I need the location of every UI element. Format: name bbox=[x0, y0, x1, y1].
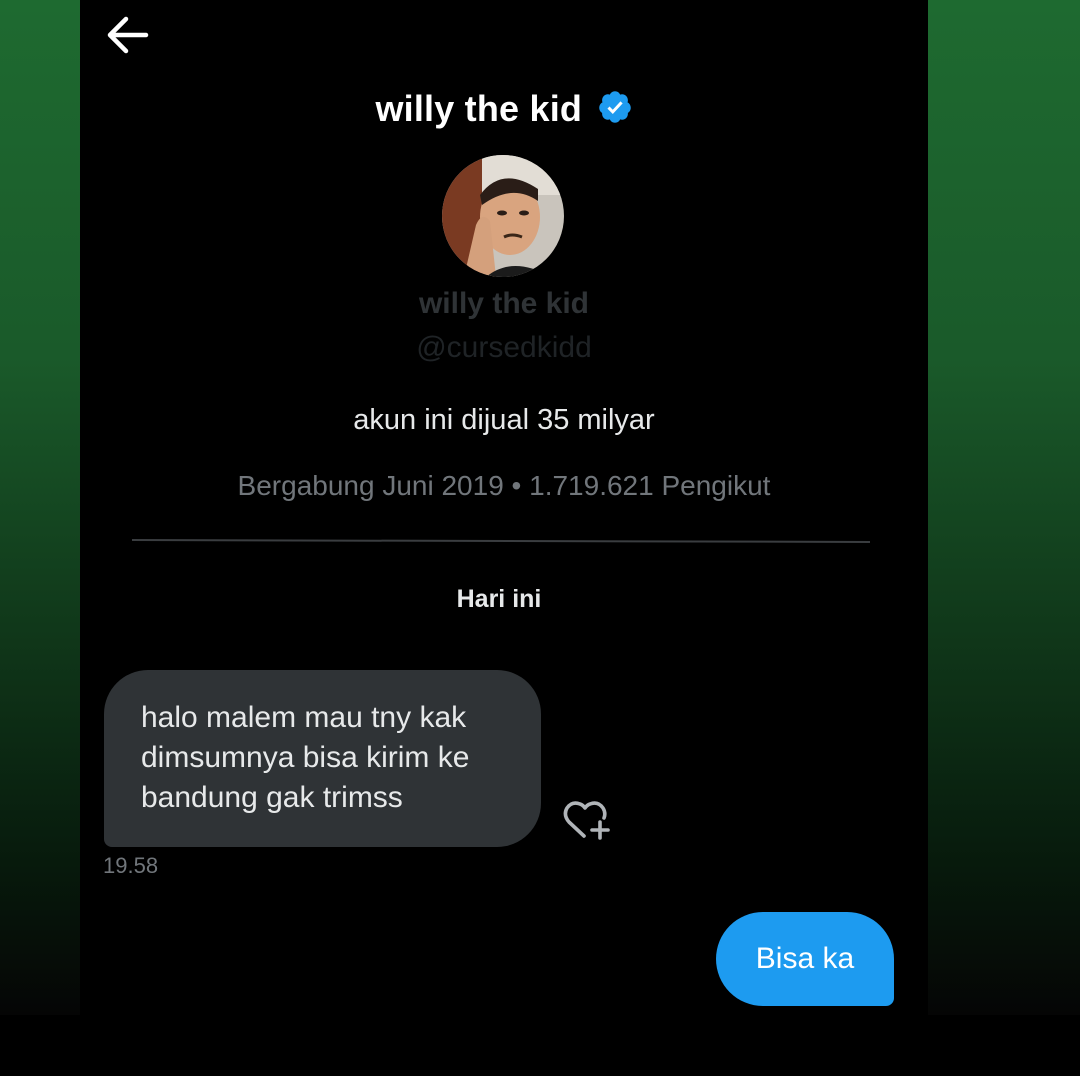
profile-bio: akun ini dijual 35 milyar bbox=[353, 404, 655, 436]
avatar[interactable] bbox=[442, 155, 564, 277]
profile-handle: @cursedkidd bbox=[416, 331, 592, 364]
profile-name: willy the kid bbox=[418, 287, 590, 320]
message-timestamp: 19.58 bbox=[103, 853, 159, 878]
incoming-message-bubble[interactable]: halo malem mau tny kak dimsumnya bisa ki… bbox=[104, 670, 541, 847]
dm-conversation-panel: willy the kid willy the kid @cursedkidd … bbox=[80, 0, 928, 1015]
outgoing-message-bubble[interactable]: Bisa ka bbox=[716, 912, 894, 1006]
message-line: dimsumnya bisa kirim ke bbox=[141, 741, 470, 774]
heart-plus-icon[interactable] bbox=[562, 798, 612, 842]
divider bbox=[131, 539, 871, 543]
verified-badge-icon bbox=[598, 91, 631, 123]
day-separator: Hari ini bbox=[456, 585, 542, 613]
header-title: willy the kid bbox=[375, 88, 583, 129]
message-text: Bisa ka bbox=[755, 942, 855, 975]
avatar-image bbox=[442, 155, 564, 277]
bottom-bar bbox=[0, 1015, 1080, 1076]
message-line: bandung gak trimss bbox=[141, 781, 403, 814]
conversation-header: willy the kid bbox=[80, 88, 928, 130]
message-line: halo malem mau tny kak bbox=[141, 701, 467, 734]
arrow-left-icon[interactable] bbox=[104, 14, 150, 56]
profile-meta: Bergabung Juni 2019 • 1.719.621 Pengikut bbox=[237, 470, 771, 501]
